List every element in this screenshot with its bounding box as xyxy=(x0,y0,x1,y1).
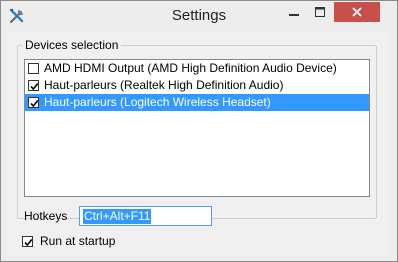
run-at-startup-option[interactable]: Run at startup xyxy=(22,234,115,248)
settings-window: Settings Devices selection AMD HDMI Outp… xyxy=(0,0,398,262)
device-item-label: AMD HDMI Output (AMD High Definition Aud… xyxy=(44,61,337,75)
device-item-label: Haut-parleurs (Logitech Wireless Headset… xyxy=(44,95,271,109)
run-at-startup-checkbox[interactable] xyxy=(22,235,33,247)
hotkeys-value: Ctrl+Alt+F11 xyxy=(83,208,152,224)
minimize-icon xyxy=(289,7,299,17)
checkmark-icon xyxy=(30,99,39,108)
hotkeys-input[interactable]: Ctrl+Alt+F11 xyxy=(79,206,212,226)
minimize-button[interactable] xyxy=(281,2,307,22)
device-item-realtek[interactable]: Haut-parleurs (Realtek High Definition A… xyxy=(25,77,369,94)
device-item-amd-hdmi[interactable]: AMD HDMI Output (AMD High Definition Aud… xyxy=(25,60,369,77)
devices-list[interactable]: AMD HDMI Output (AMD High Definition Aud… xyxy=(24,59,370,197)
checkmark-icon xyxy=(30,82,39,91)
device-item-label: Haut-parleurs (Realtek High Definition A… xyxy=(44,78,284,92)
close-icon xyxy=(352,7,362,17)
device-checkbox-checked[interactable] xyxy=(28,97,39,108)
run-at-startup-label: Run at startup xyxy=(40,234,116,248)
device-checkbox-unchecked[interactable] xyxy=(28,63,39,74)
devices-group-label: Devices selection xyxy=(22,38,122,52)
settings-content: Devices selection AMD HDMI Output (AMD H… xyxy=(9,32,389,256)
hotkeys-label: Hotkeys xyxy=(24,209,68,223)
checkmark-icon xyxy=(24,238,33,246)
title-bar[interactable]: Settings xyxy=(1,1,397,32)
device-checkbox-checked[interactable] xyxy=(28,80,39,91)
maximize-icon xyxy=(315,7,325,17)
maximize-button[interactable] xyxy=(307,2,333,22)
close-button[interactable] xyxy=(334,2,380,22)
device-item-logitech[interactable]: Haut-parleurs (Logitech Wireless Headset… xyxy=(25,94,369,111)
devices-group: Devices selection AMD HDMI Output (AMD H… xyxy=(17,38,377,219)
